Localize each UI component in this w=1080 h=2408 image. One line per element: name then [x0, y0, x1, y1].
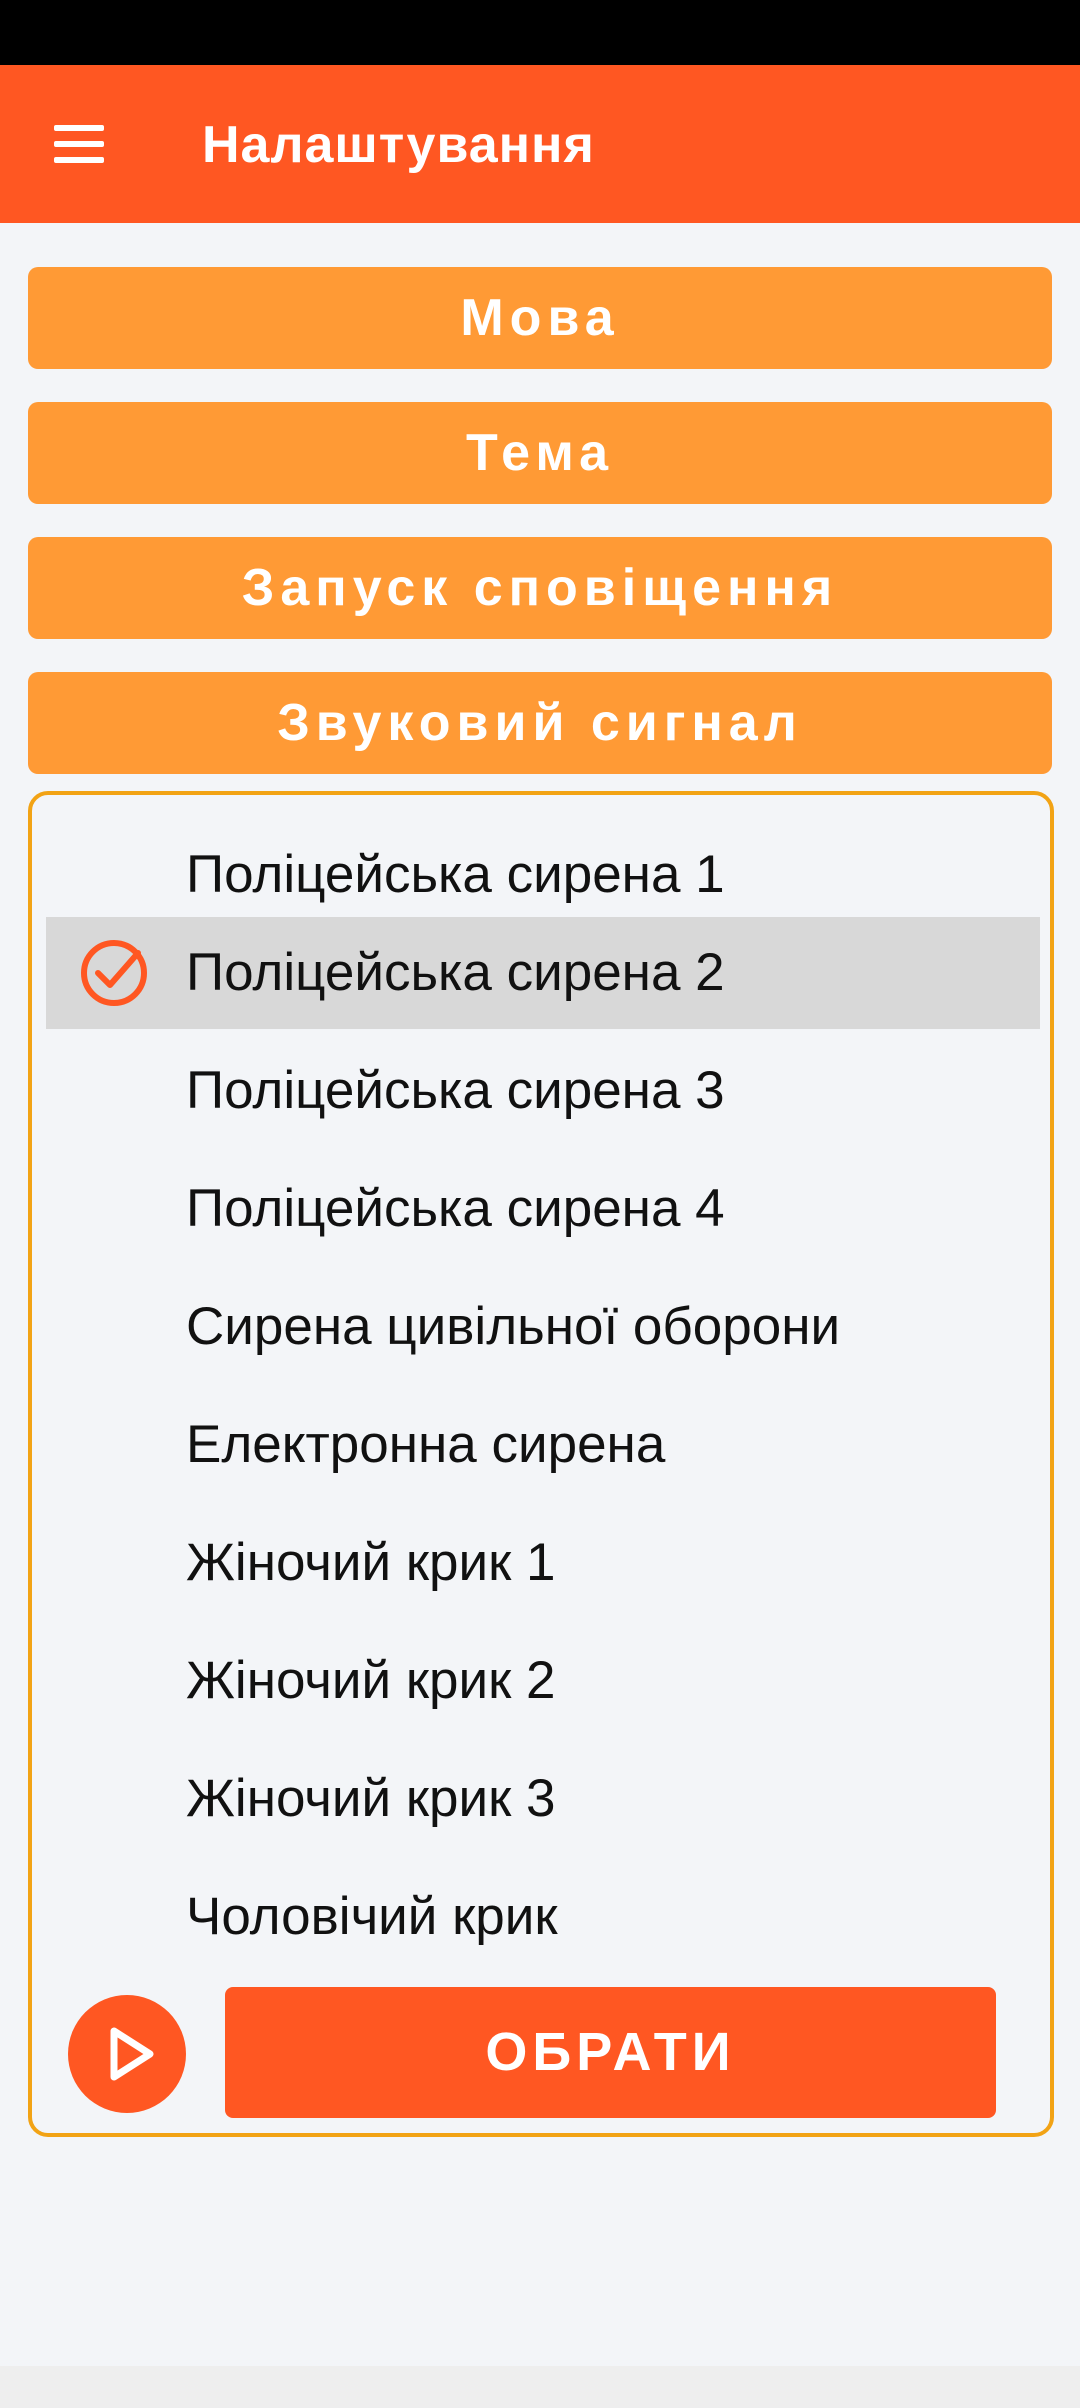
check-circle-icon	[81, 940, 147, 1006]
sound-item-label: Жіночий крик 1	[186, 1533, 556, 1592]
hamburger-menu-icon[interactable]	[50, 121, 108, 167]
status-bar	[0, 0, 1080, 65]
sound-item-police-siren-2[interactable]: Поліцейська сирена 2	[46, 917, 1040, 1029]
page-title: Налаштування	[202, 116, 595, 174]
sound-signal-button[interactable]: Звуковий сигнал	[28, 672, 1052, 774]
sound-item-civil-defense-siren[interactable]: Сирена цивільної оборони	[46, 1271, 1040, 1383]
sound-item-label: Поліцейська сирена 4	[186, 1179, 725, 1238]
play-icon	[110, 2027, 154, 2081]
sound-item-police-siren-4[interactable]: Поліцейська сирена 4	[46, 1153, 1040, 1265]
sound-item-label: Поліцейська сирена 3	[186, 1061, 725, 1120]
navigation-bar	[0, 2366, 1080, 2408]
play-preview-button[interactable]	[68, 1995, 186, 2113]
language-button[interactable]: Мова	[28, 267, 1052, 369]
sound-item-label: Жіночий крик 3	[186, 1769, 556, 1828]
sound-item-female-scream-3[interactable]: Жіночий крик 3	[46, 1743, 1040, 1855]
notification-launch-button[interactable]: Запуск сповіщення	[28, 537, 1052, 639]
sound-item-police-siren-1[interactable]: Поліцейська сирена 1	[46, 819, 1040, 931]
app-bar: Налаштування	[0, 65, 1080, 223]
choose-button[interactable]: ОБРАТИ	[225, 1987, 996, 2118]
sound-item-electronic-siren[interactable]: Електронна сирена	[46, 1389, 1040, 1501]
menu-line-middle	[54, 141, 104, 147]
sound-item-label: Жіночий крик 2	[186, 1651, 556, 1710]
sound-selection-panel: Поліцейська сирена 1 Поліцейська сирена …	[28, 791, 1054, 2137]
sound-item-male-scream[interactable]: Чоловічий крик	[46, 1861, 1040, 1973]
menu-line-bottom	[54, 157, 104, 163]
sound-item-label: Поліцейська сирена 1	[186, 845, 725, 904]
sound-item-label: Поліцейська сирена 2	[186, 943, 725, 1002]
sound-item-female-scream-1[interactable]: Жіночий крик 1	[46, 1507, 1040, 1619]
sound-item-label: Чоловічий крик	[186, 1887, 558, 1946]
sound-item-label: Електронна сирена	[186, 1415, 666, 1474]
theme-button[interactable]: Тема	[28, 402, 1052, 504]
menu-line-top	[54, 125, 104, 131]
sound-item-police-siren-3[interactable]: Поліцейська сирена 3	[46, 1035, 1040, 1147]
sound-item-female-scream-2[interactable]: Жіночий крик 2	[46, 1625, 1040, 1737]
sound-item-label: Сирена цивільної оборони	[186, 1297, 841, 1356]
